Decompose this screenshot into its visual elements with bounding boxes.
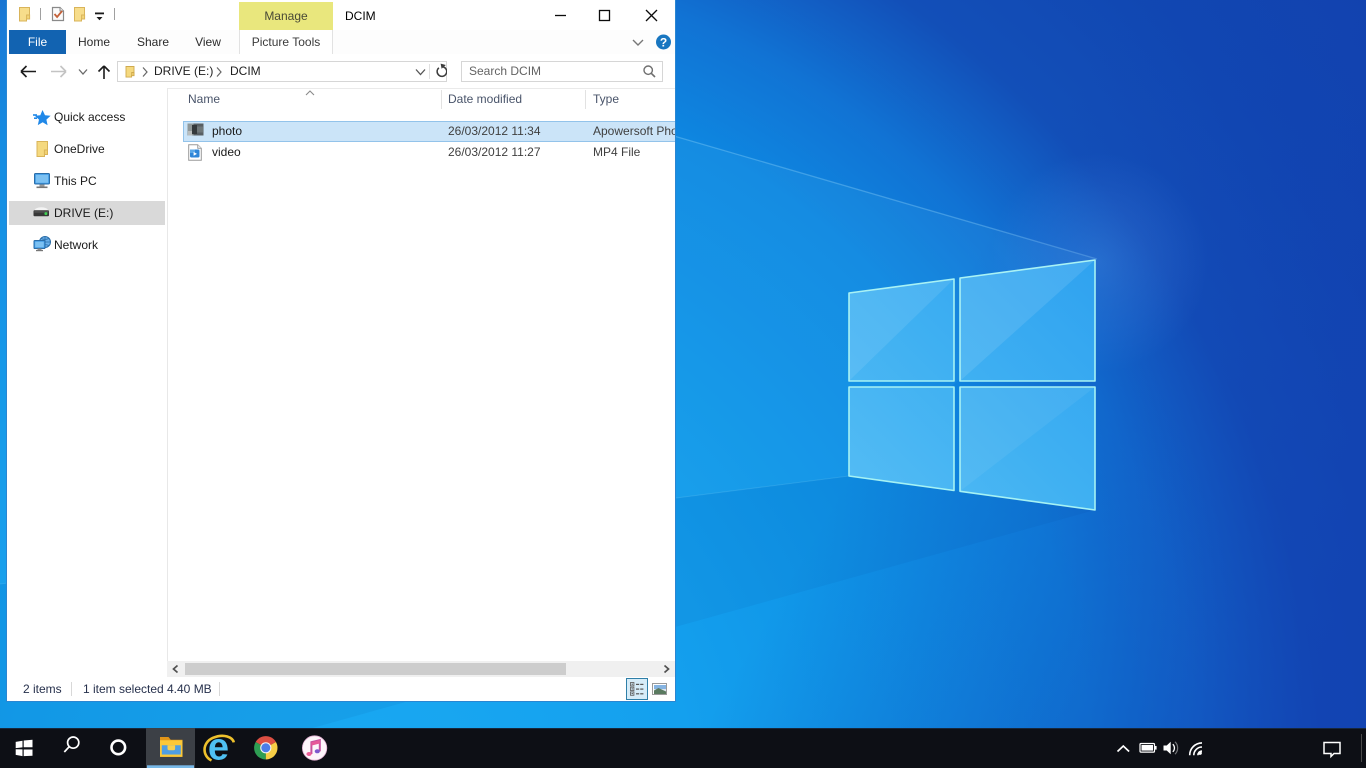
- svg-text:?: ?: [660, 35, 667, 49]
- svg-text:e: e: [208, 728, 229, 768]
